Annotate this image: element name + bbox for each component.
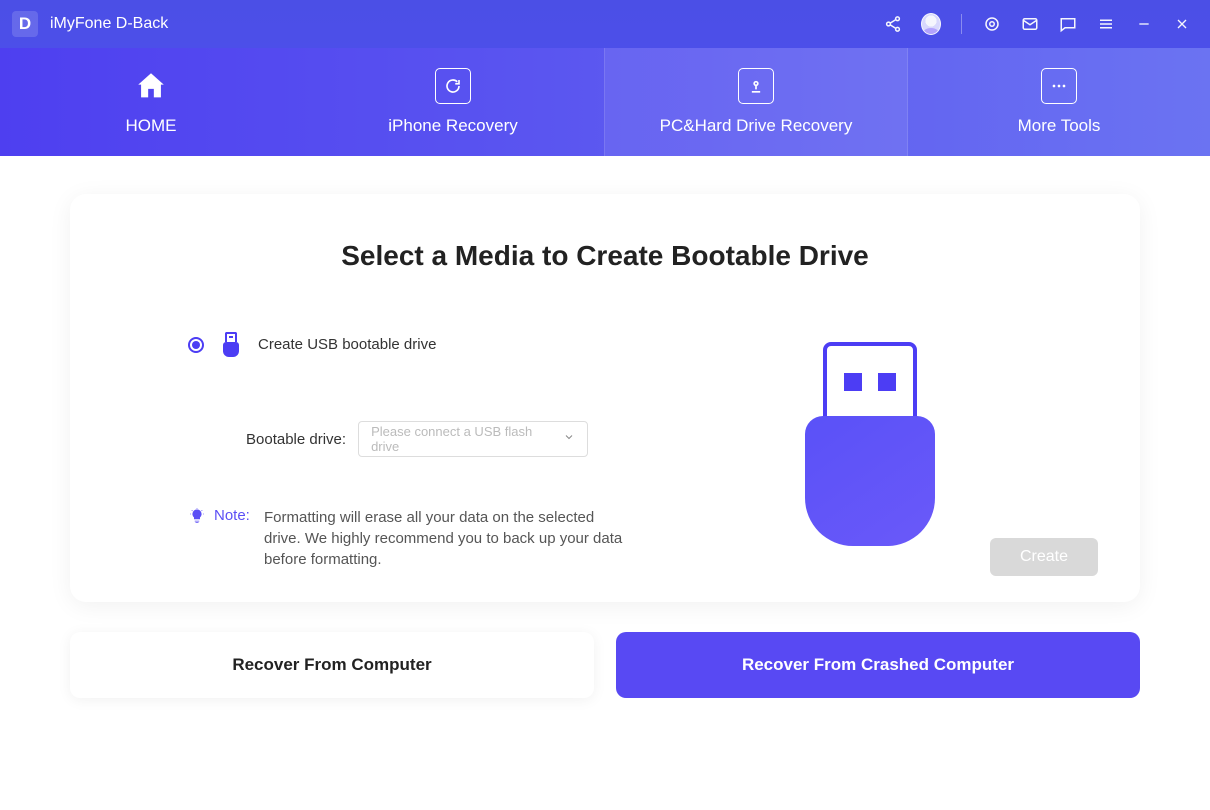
share-icon[interactable] [883,14,903,34]
separator [961,14,962,34]
monitor-icon [738,68,774,104]
nav-label: PC&Hard Drive Recovery [660,116,853,136]
menu-icon[interactable] [1096,14,1116,34]
main-card: Select a Media to Create Bootable Drive … [70,194,1140,602]
form-pane: Create USB bootable drive Bootable drive… [118,332,648,570]
minimize-icon[interactable] [1134,14,1154,34]
recover-from-computer-button[interactable]: Recover From Computer [70,632,594,698]
bottom-actions: Recover From Computer Recover From Crash… [70,632,1140,698]
chevron-down-icon [563,430,575,448]
feedback-icon[interactable] [1058,14,1078,34]
titlebar: D iMyFone D-Back [0,0,1210,48]
nav-more-tools[interactable]: More Tools [908,48,1210,156]
nav-home[interactable]: HOME [0,48,302,156]
select-placeholder: Please connect a USB flash drive [371,424,563,454]
field-label: Bootable drive: [246,431,346,448]
settings-icon[interactable] [982,14,1002,34]
nav-label: More Tools [1018,116,1101,136]
illustration-pane [648,332,1092,570]
nav-pc-recovery[interactable]: PC&Hard Drive Recovery [604,48,908,156]
refresh-icon [435,68,471,104]
lightbulb-icon [188,508,206,529]
account-icon[interactable] [921,14,941,34]
bootable-drive-field: Bootable drive: Please connect a USB fla… [246,421,648,457]
note-label: Note: [214,507,256,524]
main-nav: HOME iPhone Recovery PC&Hard Drive Recov… [0,48,1210,156]
note-block: Note: Formatting will erase all your dat… [188,507,648,570]
bootable-drive-select[interactable]: Please connect a USB flash drive [358,421,588,457]
app-title: iMyFone D-Back [50,15,168,33]
page-title: Select a Media to Create Bootable Drive [118,240,1092,272]
radio-label: Create USB bootable drive [258,336,436,353]
content-area: Select a Media to Create Bootable Drive … [0,156,1210,726]
home-icon [133,68,169,104]
radio-icon [188,337,204,353]
recover-from-crashed-button[interactable]: Recover From Crashed Computer [616,632,1140,698]
usb-illustration [805,342,935,570]
nav-label: HOME [126,116,177,136]
radio-usb-bootable[interactable]: Create USB bootable drive [188,332,648,357]
create-button[interactable]: Create [990,538,1098,576]
nav-iphone-recovery[interactable]: iPhone Recovery [302,48,604,156]
titlebar-actions [883,14,1192,34]
usb-icon [222,332,240,357]
close-icon[interactable] [1172,14,1192,34]
app-logo: D [12,11,38,37]
nav-label: iPhone Recovery [388,116,517,136]
more-icon [1041,68,1077,104]
mail-icon[interactable] [1020,14,1040,34]
note-text: Formatting will erase all your data on t… [264,507,624,570]
